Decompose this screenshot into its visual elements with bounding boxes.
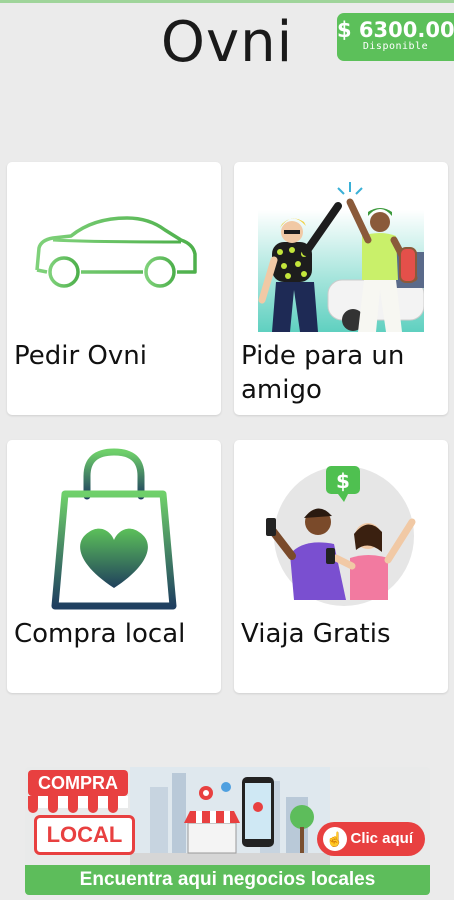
local-tag: LOCAL (34, 815, 135, 855)
svg-text:$: $ (336, 469, 350, 493)
people-phones-money-illustration: $ (266, 466, 416, 606)
compra-tag: COMPRA (28, 770, 128, 796)
card-label: Pedir Ovni (14, 341, 147, 371)
city-market-illustration (130, 767, 330, 865)
balance-badge[interactable]: $ 6300.00 Disponible (337, 13, 454, 61)
clic-aqui-label: Clic aquí (350, 830, 413, 847)
banner-text: Encuentra aqui negocios locales (79, 869, 376, 890)
top-accent-line (0, 0, 454, 3)
hand-pointer-icon: ☝ (323, 827, 347, 851)
card-pide-amigo[interactable]: Pide para un amigo (234, 162, 448, 415)
card-pedir-ovni[interactable]: Pedir Ovni (7, 162, 221, 415)
card-label: Compra local (14, 619, 186, 649)
balance-amount: $ 6300.00 (337, 18, 454, 42)
shopping-bag-heart-icon (51, 448, 177, 610)
balance-label: Disponible (362, 41, 429, 52)
awning-icon (28, 796, 128, 813)
high-five-illustration (258, 182, 424, 332)
compra-local-banner[interactable]: COMPRA LOCAL ☝ Clic aquí Encuentra aqui … (25, 767, 430, 895)
card-viaja-gratis[interactable]: $ Viaja Gratis (234, 440, 448, 693)
card-label: Viaja Gratis (241, 619, 391, 649)
car-icon (33, 216, 197, 298)
card-compra-local[interactable]: Compra local (7, 440, 221, 693)
clic-aqui-button[interactable]: ☝ Clic aquí (317, 822, 425, 856)
card-label: Pide para un amigo (241, 341, 405, 405)
